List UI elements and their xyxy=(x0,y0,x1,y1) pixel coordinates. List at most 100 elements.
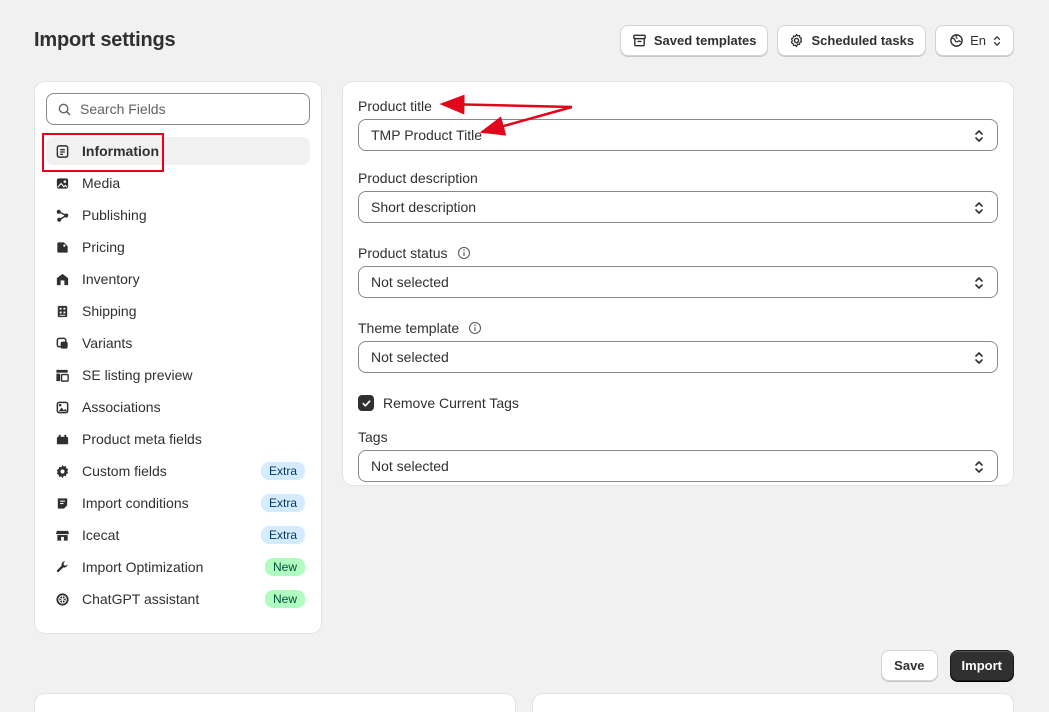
remove-current-tags-label: Remove Current Tags xyxy=(383,395,519,411)
sidebar-item-information[interactable]: Information xyxy=(46,137,310,165)
info-icon[interactable] xyxy=(468,321,482,335)
info-icon[interactable] xyxy=(457,246,471,260)
sidebar: Information Media Publishing Pricing Inv… xyxy=(35,82,321,633)
new-badge: New xyxy=(264,590,305,608)
barcode-icon xyxy=(54,303,70,319)
theme-template-field: Theme template Not selected xyxy=(358,319,998,373)
share-nodes-icon xyxy=(54,207,70,223)
footer-actions: Save Import xyxy=(881,650,1014,681)
sidebar-item-label: Product meta fields xyxy=(82,431,202,447)
search-input[interactable] xyxy=(80,101,299,117)
product-status-value: Not selected xyxy=(371,274,449,290)
scheduled-tasks-button[interactable]: Scheduled tasks xyxy=(777,25,927,56)
warehouse-icon xyxy=(54,271,70,287)
sidebar-item-se-listing-preview[interactable]: SE listing preview xyxy=(46,361,310,389)
gear-icon xyxy=(791,33,803,48)
sidebar-item-label: ChatGPT assistant xyxy=(82,591,200,607)
product-status-label: Product status xyxy=(358,244,998,261)
sidebar-item-label: Associations xyxy=(82,399,161,415)
chevron-up-down-icon xyxy=(975,202,983,214)
archive-icon xyxy=(633,34,646,47)
language-selector[interactable]: En xyxy=(935,25,1014,56)
tags-field: Tags Not selected xyxy=(358,428,998,482)
page-title: Import settings xyxy=(34,29,176,51)
sidebar-item-label: Import conditions xyxy=(82,495,189,511)
product-title-select[interactable]: TMP Product Title xyxy=(358,119,998,151)
extra-badge: Extra xyxy=(260,494,305,512)
extra-badge: Extra xyxy=(260,526,305,544)
sidebar-item-label: Inventory xyxy=(82,271,140,287)
product-description-label: Product description xyxy=(358,169,478,186)
bottom-card-left xyxy=(35,694,515,712)
theme-template-select[interactable]: Not selected xyxy=(358,341,998,373)
sidebar-item-label: Media xyxy=(82,175,121,191)
sidebar-item-label: SE listing preview xyxy=(82,367,193,383)
search-icon xyxy=(58,103,71,115)
remove-current-tags-checkbox[interactable] xyxy=(358,395,374,411)
sidebar-item-media[interactable]: Media xyxy=(46,169,310,197)
language-label: En xyxy=(970,33,986,48)
sidebar-item-label: Pricing xyxy=(82,239,125,255)
sidebar-item-import-optimization[interactable]: Import Optimization New xyxy=(46,553,310,581)
product-title-value: TMP Product Title xyxy=(371,127,483,143)
meta-fields-icon xyxy=(54,431,70,447)
saved-templates-button[interactable]: Saved templates xyxy=(619,25,769,56)
chatgpt-icon xyxy=(54,591,70,607)
scheduled-tasks-label: Scheduled tasks xyxy=(811,33,915,48)
sidebar-item-custom-fields[interactable]: Custom fields Extra xyxy=(46,457,310,485)
note-icon xyxy=(54,495,70,511)
sidebar-item-pricing[interactable]: Pricing xyxy=(46,233,310,261)
theme-template-label: Theme template xyxy=(358,319,998,336)
product-description-value: Short description xyxy=(371,199,477,215)
theme-template-value: Not selected xyxy=(371,349,449,365)
tags-label: Tags xyxy=(358,428,388,445)
gear-icon xyxy=(54,463,70,479)
saved-templates-label: Saved templates xyxy=(653,33,757,48)
product-status-field: Product status Not selected xyxy=(358,244,998,298)
sidebar-item-label: Variants xyxy=(82,335,133,351)
globe-icon xyxy=(950,34,963,47)
chevron-up-down-icon xyxy=(993,35,1001,46)
sidebar-nav: Information Media Publishing Pricing Inv… xyxy=(46,137,310,613)
sidebar-item-chatgpt-assistant[interactable]: ChatGPT assistant New xyxy=(46,585,310,613)
sidebar-item-label: Import Optimization xyxy=(82,559,204,575)
sidebar-item-label: Custom fields xyxy=(82,463,167,479)
store-icon xyxy=(54,527,70,543)
image-icon xyxy=(54,175,70,191)
product-status-select[interactable]: Not selected xyxy=(358,266,998,298)
import-button[interactable]: Import xyxy=(949,650,1014,681)
search-field[interactable] xyxy=(46,93,310,125)
checkmark-icon xyxy=(361,399,371,407)
settings-form: Product title TMP Product Title Product … xyxy=(343,82,1013,485)
save-button[interactable]: Save xyxy=(881,650,938,681)
sidebar-item-variants[interactable]: Variants xyxy=(46,329,310,357)
price-tag-icon xyxy=(54,239,70,255)
header-actions: Saved templates Scheduled tasks En xyxy=(619,25,1014,56)
new-badge: New xyxy=(264,558,305,576)
chevron-up-down-icon xyxy=(975,277,983,289)
search-listing-icon xyxy=(54,367,70,383)
product-title-label: Product title xyxy=(358,97,432,114)
tags-select[interactable]: Not selected xyxy=(358,450,998,482)
remove-current-tags-row: Remove Current Tags xyxy=(358,393,998,413)
variants-icon xyxy=(54,335,70,351)
sidebar-item-label: Icecat xyxy=(82,527,120,543)
sidebar-item-icecat[interactable]: Icecat Extra xyxy=(46,521,310,549)
linked-images-icon xyxy=(54,399,70,415)
sidebar-item-associations[interactable]: Associations xyxy=(46,393,310,421)
chevron-up-down-icon xyxy=(975,352,983,364)
wrench-icon xyxy=(54,559,70,575)
sidebar-item-shipping[interactable]: Shipping xyxy=(46,297,310,325)
sidebar-item-label: Information xyxy=(82,143,159,159)
sidebar-item-label: Publishing xyxy=(82,207,147,223)
product-description-select[interactable]: Short description xyxy=(358,191,998,223)
chevron-up-down-icon xyxy=(975,130,983,142)
product-description-field: Product description Short description xyxy=(358,169,998,223)
tags-value: Not selected xyxy=(371,458,449,474)
sidebar-item-import-conditions[interactable]: Import conditions Extra xyxy=(46,489,310,517)
sidebar-item-inventory[interactable]: Inventory xyxy=(46,265,310,293)
sidebar-item-product-meta-fields[interactable]: Product meta fields xyxy=(46,425,310,453)
sidebar-item-label: Shipping xyxy=(82,303,137,319)
sidebar-item-publishing[interactable]: Publishing xyxy=(46,201,310,229)
product-title-field: Product title TMP Product Title xyxy=(358,97,998,151)
